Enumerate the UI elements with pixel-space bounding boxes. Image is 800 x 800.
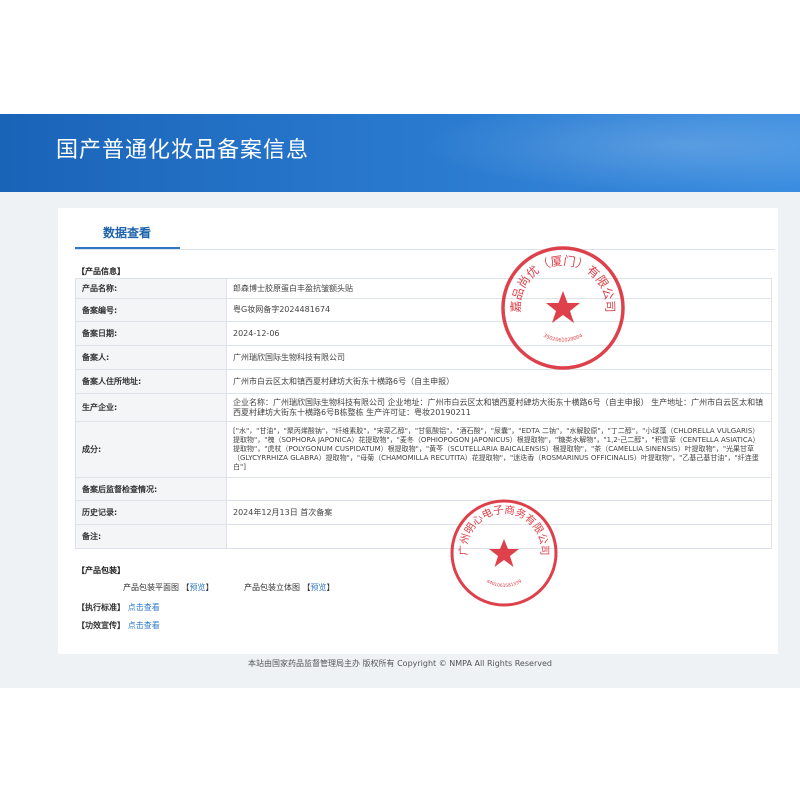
table-row: 备案人: 广州瑞欣国际生物科技有限公司 [75,345,772,370]
ingredients-value: ["水"，"甘油"，"聚丙烯酸钠"，"纤维素胶"，"宋菜乙醇"，"甘氨酸铝"，"… [226,421,772,478]
manufacturer-value: 企业名称：广州瑞欣国际生物科技有限公司 企业地址：广州市白云区太和镇西夏村肆坊大… [226,393,772,422]
table-row: 备案编号: 粤G妆网备字2024481674 [75,298,772,322]
section-execution-standard: 【执行标准】 [77,603,125,612]
packaging-solid: 产品包装立体图 【预览】 [244,582,335,593]
company-seal-2: 广州明心电子商务有限公司 4401061581339 [450,499,558,607]
table-row: 备注: [75,524,772,549]
page-title: 国产普通化妆品备案信息 [56,138,310,163]
row-label: 备注: [75,524,227,549]
filer-address-value: 广州市白云区太和镇西夏村肆坊大街东十横路6号（自主申报） [226,369,772,394]
efficacy-claim-view-link[interactable]: 点击查看 [128,621,160,630]
seal-star-icon [546,291,580,323]
seal-star-icon [489,539,519,567]
packaging-solid-label: 产品包装立体图 [244,583,300,592]
table-row: 备案人住所地址: 广州市白云区太和镇西夏村肆坊大街东十横路6号（自主申报） [75,369,772,394]
table-row: 历史记录: 2024年12月13日 首次备案 [75,500,772,525]
row-label: 备案编号: [75,298,227,322]
table-row: 备案后监督检查情况: [75,477,772,501]
tab-data-view[interactable]: 数据查看 [103,224,151,241]
packaging-flat: 产品包装平面图 【预览】 [123,582,214,593]
table-row: 成分: ["水"，"甘油"，"聚丙烯酸钠"，"纤维素胶"，"宋菜乙醇"，"甘氨酸… [75,421,772,478]
bracket-open: 【 [302,583,311,592]
section-efficacy-claim: 【功效宣传】 [77,621,125,630]
row-label: 备案后监督检查情况: [75,477,227,501]
bracket-close: 】 [326,583,335,592]
footer-copyright: 本站由国家药品监督管理局主办 版权所有 Copyright © NMPA All… [248,659,552,668]
table-row: 产品名称: 郎森博士胶原蛋白丰盈抗皱额头贴 [75,278,772,299]
row-label: 备案人: [75,345,227,370]
product-info-table: 产品名称: 郎森博士胶原蛋白丰盈抗皱额头贴 备案编号: 粤G妆网备字202448… [75,278,772,549]
table-row: 备案日期: 2024-12-06 [75,321,772,346]
packaging-flat-preview-link[interactable]: 预览 [190,583,206,592]
row-label: 历史记录: [75,500,227,525]
section-product-packaging: 【产品包装】 [77,566,125,575]
section-product-info: 【产品信息】 [77,267,125,276]
packaging-solid-preview-link[interactable]: 预览 [311,583,327,592]
top-blank-area [0,0,800,114]
execution-standard-view-link[interactable]: 点击查看 [128,603,160,612]
row-label: 备案人住所地址: [75,369,227,394]
execution-standard-row: 【执行标准】 点击查看 [77,602,160,613]
packaging-flat-label: 产品包装平面图 [123,583,179,592]
bracket-close: 】 [205,583,214,592]
row-label: 成分: [75,421,227,478]
seal-1-number: 3502061029004 [542,333,584,344]
row-label: 备案日期: [75,321,227,346]
table-row: 生产企业: 企业名称：广州瑞欣国际生物科技有限公司 企业地址：广州市白云区太和镇… [75,393,772,422]
tab-divider [75,249,775,250]
seal-2-number: 4401061581339 [485,578,523,589]
row-label: 产品名称: [75,278,227,299]
bracket-open: 【 [181,583,190,592]
efficacy-claim-row: 【功效宣传】 点击查看 [77,620,160,631]
row-label: 生产企业: [75,393,227,422]
company-seal-1: 嘉品尚优（厦门）有限公司 3502061029004 [501,246,625,370]
